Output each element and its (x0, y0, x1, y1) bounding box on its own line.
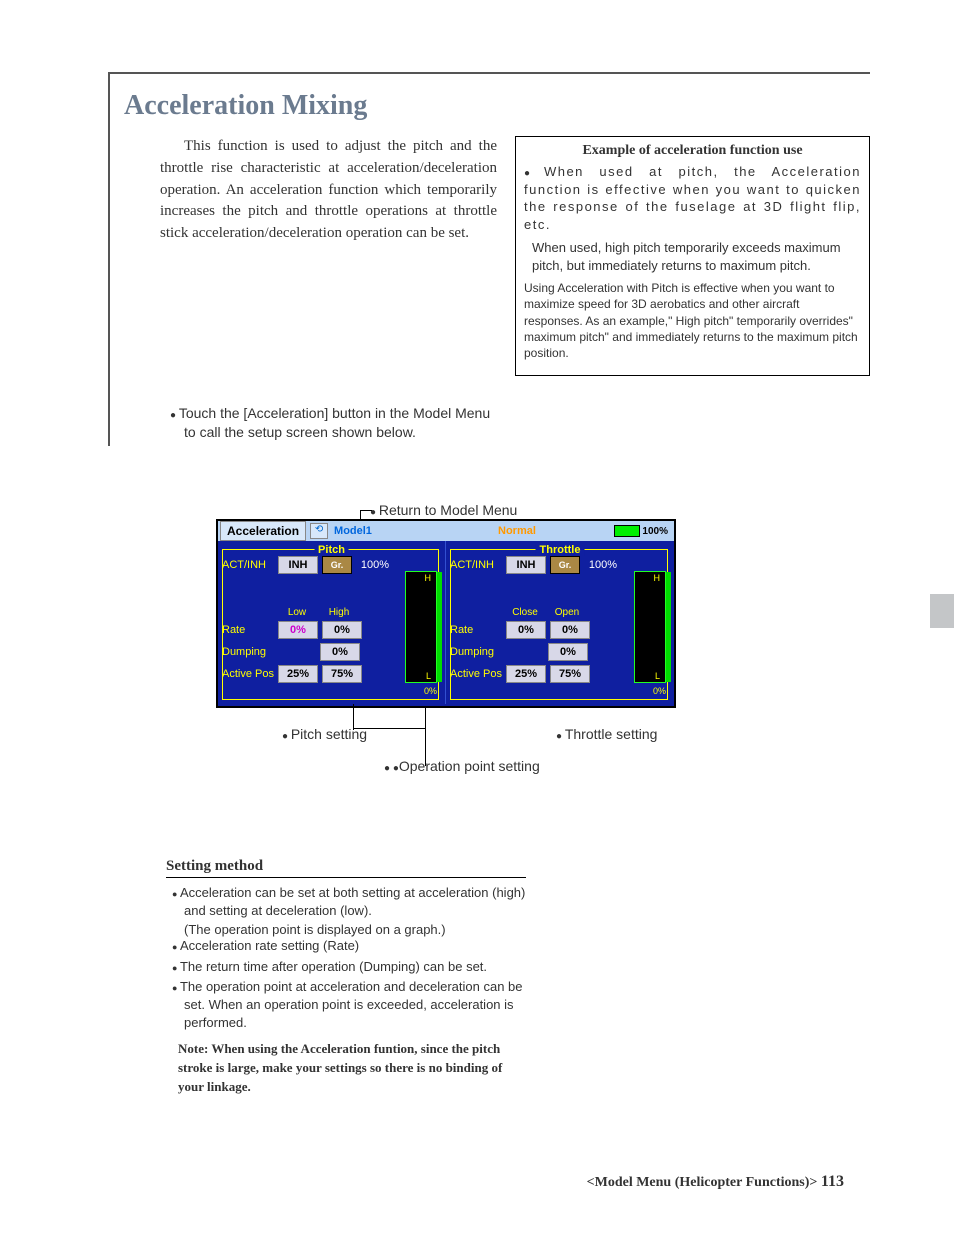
act-inh-label: ACT/INH (222, 559, 278, 571)
activepos-label: Active Pos (222, 668, 278, 680)
throttle-100: 100% (584, 559, 622, 571)
dumping-button[interactable]: 0% (548, 643, 588, 661)
screen-title-tab[interactable]: Acceleration (220, 521, 306, 541)
example-title: Example of acceleration function use (524, 143, 861, 159)
setting-method-section: Setting method Acceleration can be set a… (166, 858, 526, 1097)
operation-point-label: ●Operation point setting (384, 758, 540, 774)
callout-line (360, 510, 372, 511)
act-inh-label: ACT/INH (450, 559, 506, 571)
page-title: Acceleration Mixing (124, 90, 870, 122)
rate-label: Rate (222, 624, 278, 636)
acceleration-screen: Acceleration ⟲ Model1 Normal 100% Pitch … (216, 519, 676, 708)
throttle-setting-label: Throttle setting (556, 726, 657, 742)
example-p1: When used at pitch, the Acceleration fun… (524, 163, 861, 233)
inh-button[interactable]: INH (278, 556, 318, 574)
pitch-pane: Pitch ACT/INH INH Gr. 100% Low High Rate… (218, 541, 446, 704)
setting-item: Acceleration can be set at both setting … (166, 884, 526, 920)
activepos-low-button[interactable]: 25% (506, 665, 546, 683)
example-p3: Using Acceleration with Pitch is effecti… (524, 280, 861, 361)
page-footer: <Model Menu (Helicopter Functions)> 113 (587, 1173, 844, 1191)
zero-label: 0% (424, 686, 437, 696)
pitch-100: 100% (356, 559, 394, 571)
return-icon[interactable]: ⟲ (310, 523, 328, 539)
pitch-setting-label: Pitch setting (282, 726, 367, 742)
zero-label: 0% (653, 686, 666, 696)
activepos-high-button[interactable]: 75% (322, 665, 362, 683)
setting-item: Acceleration rate setting (Rate) (166, 937, 526, 955)
dumping-button[interactable]: 0% (320, 643, 360, 661)
setting-method-title: Setting method (166, 858, 526, 878)
setting-note: Note: When using the Acceleration funtio… (166, 1040, 526, 1097)
activepos-label: Active Pos (450, 668, 506, 680)
setting-item-sub: (The operation point is displayed on a g… (166, 922, 526, 937)
battery-percent: 100% (642, 526, 668, 537)
return-label: Return to Model Menu (370, 502, 517, 518)
screen-header: Acceleration ⟲ Model1 Normal 100% (218, 521, 674, 541)
footer-section: <Model Menu (Helicopter Functions)> (587, 1175, 818, 1190)
battery-icon (614, 525, 640, 537)
rate-label: Rate (450, 624, 506, 636)
callout-line (425, 706, 426, 766)
activepos-low-button[interactable]: 25% (278, 665, 318, 683)
group-button[interactable]: Gr. (550, 556, 580, 574)
throttle-pane: Throttle ACT/INH INH Gr. 100% Close Open… (446, 541, 674, 704)
group-button[interactable]: Gr. (322, 556, 352, 574)
activepos-high-button[interactable]: 75% (550, 665, 590, 683)
page-side-tab (930, 594, 954, 628)
rate-high-button[interactable]: 0% (322, 621, 362, 639)
battery-indicator: 100% (614, 525, 668, 537)
flight-mode: Normal (498, 525, 536, 537)
example-box: Example of acceleration function use Whe… (515, 136, 870, 376)
dumping-label: Dumping (222, 646, 278, 658)
intro-paragraph: This function is used to adjust the pitc… (160, 136, 497, 376)
example-p2: When used, high pitch temporarily exceed… (524, 239, 861, 274)
dumping-label: Dumping (450, 646, 506, 658)
instruction-text: Touch the [Acceleration] button in the M… (170, 404, 504, 442)
page-content: Acceleration Mixing This function is use… (108, 72, 870, 446)
rate-low-button[interactable]: 0% (278, 621, 318, 639)
setting-item: The operation point at acceleration and … (166, 978, 526, 1033)
model-name: Model1 (334, 525, 372, 537)
setting-item: The return time after operation (Dumping… (166, 958, 526, 976)
rate-open-button[interactable]: 0% (550, 621, 590, 639)
page-number: 113 (821, 1173, 844, 1190)
rate-close-button[interactable]: 0% (506, 621, 546, 639)
inh-button[interactable]: INH (506, 556, 546, 574)
